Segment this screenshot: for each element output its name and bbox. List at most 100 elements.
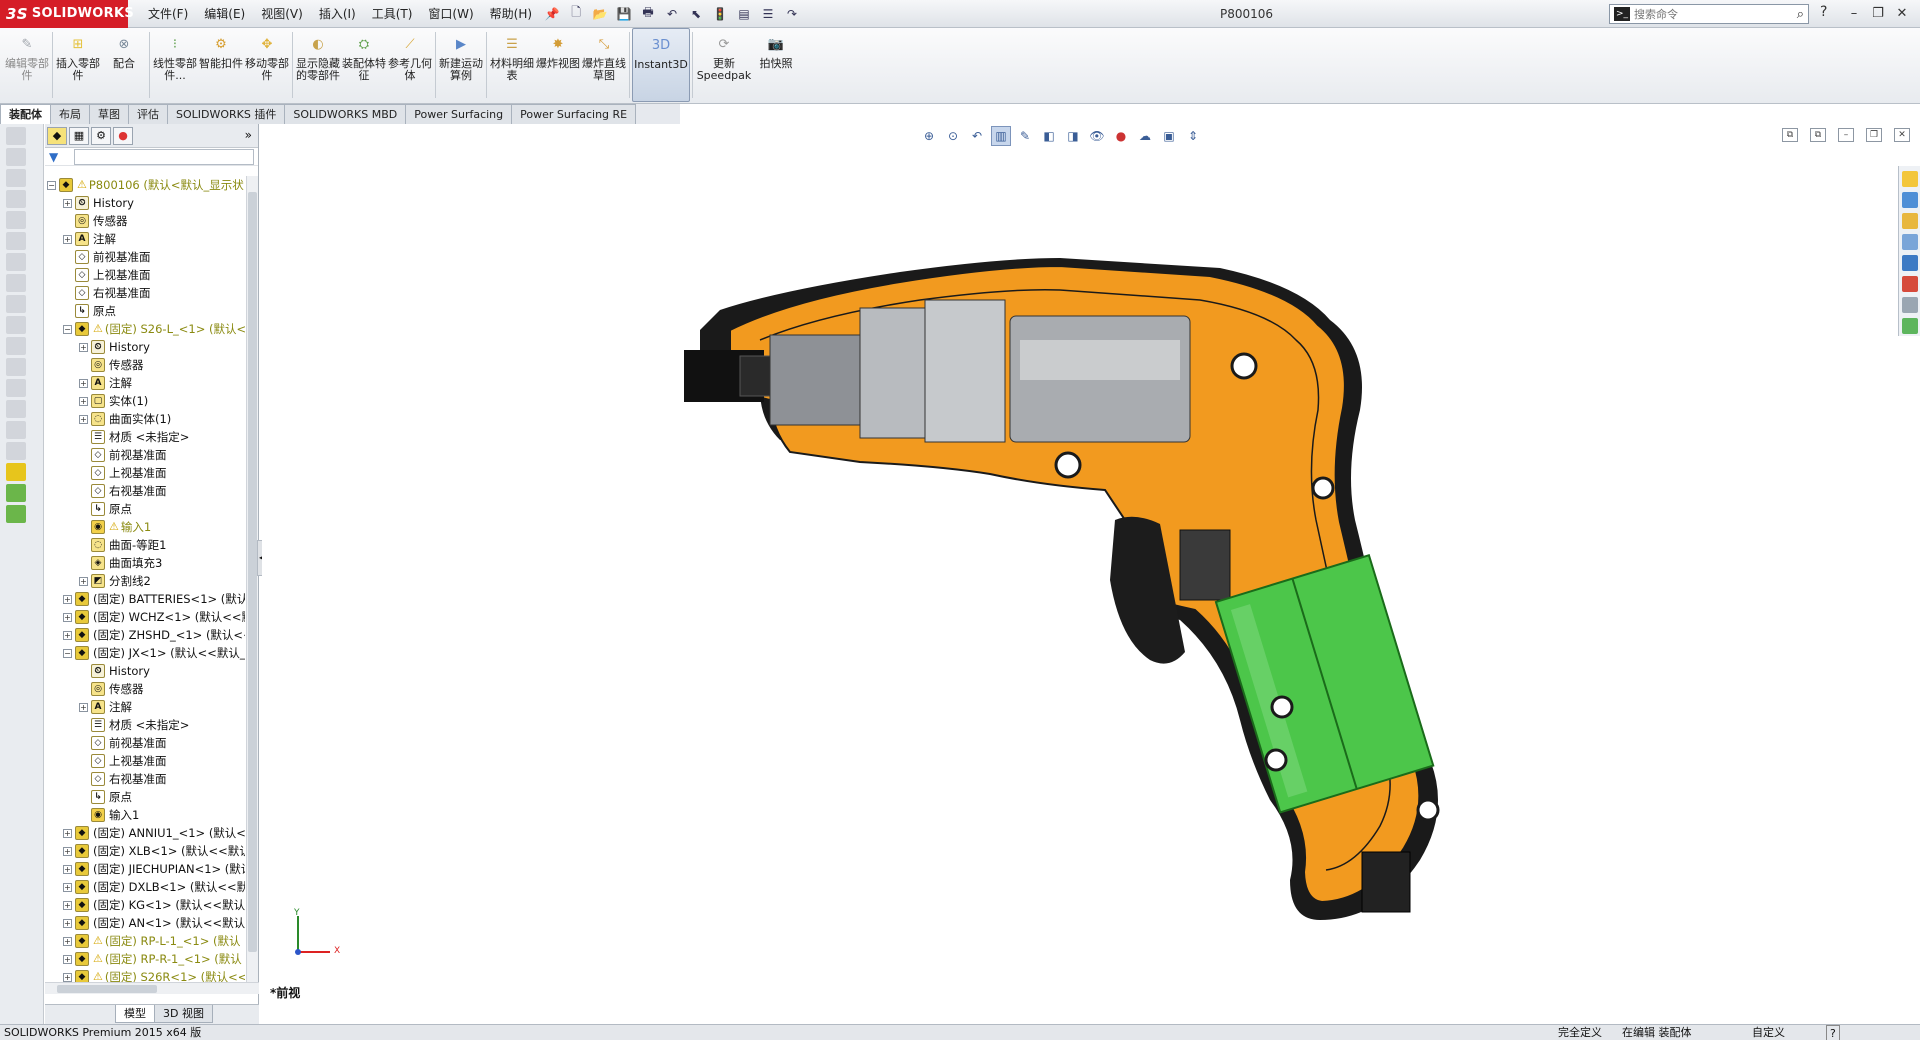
tab-5[interactable]: SOLIDWORKS MBD xyxy=(284,104,407,124)
expand-toggle-icon[interactable]: + xyxy=(79,378,88,388)
expand-toggle-icon[interactable]: − xyxy=(63,648,72,658)
command-6[interactable]: ◐ 显示隐藏的零部件 xyxy=(295,28,341,102)
expand-toggle-icon[interactable]: + xyxy=(63,234,72,244)
expand-toggle-icon[interactable]: + xyxy=(63,864,72,874)
tab-4[interactable]: SOLIDWORKS 插件 xyxy=(167,104,286,124)
expand-toggle-icon[interactable]: + xyxy=(79,342,88,352)
search-input[interactable] xyxy=(1634,7,1797,21)
tree-node[interactable]: + ◆ (固定) XLB<1> (默认<<默认 xyxy=(45,842,245,860)
expand-toggle-icon[interactable]: + xyxy=(63,198,72,208)
scroll-thumb[interactable] xyxy=(57,985,157,993)
command-10[interactable]: ☰ 材料明细表 xyxy=(489,28,535,102)
scroll-thumb[interactable] xyxy=(248,192,257,952)
tree-node[interactable]: + ◆ (固定) DXLB<1> (默认<<默认 xyxy=(45,878,245,896)
tree-node[interactable]: + A 注解 xyxy=(45,698,245,716)
tree-node[interactable]: + A 注解 xyxy=(45,374,245,392)
options-icon[interactable]: ☰ xyxy=(759,5,777,23)
expand-toggle-icon[interactable]: + xyxy=(63,972,72,982)
tree-node[interactable]: ↳ 原点 xyxy=(45,788,245,806)
tree-node[interactable]: ☰ 材质 <未指定> xyxy=(45,428,245,446)
tree-node[interactable]: ◇ 右视基准面 xyxy=(45,770,245,788)
tree-node[interactable]: − ◆ (固定) JX<1> (默认<<默认_ xyxy=(45,644,245,662)
tree-node[interactable]: + ◆ ⚠ (固定) RP-R-1_<1> (默认 xyxy=(45,950,245,968)
tree-node[interactable]: ◌ 曲面-等距1 xyxy=(45,536,245,554)
expand-toggle-icon[interactable]: + xyxy=(63,594,72,604)
command-15[interactable]: 📷 拍快照 xyxy=(753,28,799,102)
expand-toggle-icon[interactable]: + xyxy=(63,612,72,622)
curve-tool-icon[interactable] xyxy=(6,505,26,523)
tab-1[interactable]: 布局 xyxy=(50,104,90,124)
expand-toggle-icon[interactable]: + xyxy=(79,414,88,424)
expand-toggle-icon[interactable]: − xyxy=(63,324,72,334)
model-tab-1[interactable]: 3D 视图 xyxy=(154,1005,213,1023)
menu-item-4[interactable]: 工具(T) xyxy=(364,0,421,28)
status-units[interactable]: 自定义 xyxy=(1752,1025,1785,1040)
command-1[interactable]: ⊞ 插入零部件 xyxy=(55,28,101,102)
rebuild-icon[interactable]: 🚦 xyxy=(711,5,729,23)
smart-dimension-icon[interactable] xyxy=(6,127,26,145)
command-0[interactable]: ✎ 编辑零部件 xyxy=(4,28,50,102)
expand-panel-icon[interactable]: » xyxy=(245,128,252,142)
filter-icon[interactable]: ▼ xyxy=(49,150,58,164)
tree-node[interactable]: ⏲ History xyxy=(45,662,245,680)
tree-node[interactable]: ◉ ⚠ 输入1 xyxy=(45,518,245,536)
tree-horizontal-scrollbar[interactable] xyxy=(45,982,259,994)
tree-node[interactable]: + ◆ (固定) AN<1> (默认<<默认: xyxy=(45,914,245,932)
cube-icon[interactable] xyxy=(6,463,26,481)
tab-7[interactable]: Power Surfacing RE xyxy=(511,104,637,124)
command-8[interactable]: ⟋ 参考几何体 xyxy=(387,28,433,102)
restore-button[interactable]: ❐ xyxy=(1866,4,1890,24)
tree-node[interactable]: + A 注解 xyxy=(45,230,245,248)
expand-toggle-icon[interactable]: + xyxy=(79,576,88,586)
save-icon[interactable]: 💾 xyxy=(615,5,633,23)
tree-node[interactable]: + ◆ (固定) KG<1> (默认<<默认_ xyxy=(45,896,245,914)
redo-icon[interactable]: ↷ xyxy=(783,5,801,23)
undo-icon[interactable]: ↶ xyxy=(663,5,681,23)
tree-node[interactable]: + ◆ (固定) ANNIU1_<1> (默认< xyxy=(45,824,245,842)
tree-node[interactable]: + ◩ 分割线2 xyxy=(45,572,245,590)
feature-tree-tab-icon[interactable]: ◆ xyxy=(47,126,67,145)
tree-node[interactable]: + ⏲ History xyxy=(45,338,245,356)
expand-toggle-icon[interactable]: + xyxy=(63,630,72,640)
tree-node[interactable]: − ◆ ⚠ (固定) S26-L_<1> (默认< xyxy=(45,320,245,338)
display-manager-tab-icon[interactable]: ● xyxy=(113,126,133,145)
expand-toggle-icon[interactable]: + xyxy=(63,882,72,892)
command-2[interactable]: ⊗ 配合 xyxy=(101,28,147,102)
graphics-viewport[interactable]: ⊕ ⊙ ↶ ▥ ✎ ◧ ◨ 👁 ● ☁ ▣ ⇕ ⧉ ⧉ – ❐ ✕ Y X *前… xyxy=(262,124,1920,1004)
configuration-manager-tab-icon[interactable]: ⚙ xyxy=(91,126,111,145)
tree-node[interactable]: + ◆ (固定) JIECHUPIAN<1> (默认 xyxy=(45,860,245,878)
tree-node[interactable]: ↳ 原点 xyxy=(45,500,245,518)
extrude-icon[interactable] xyxy=(6,211,26,229)
chamfer-icon[interactable] xyxy=(6,316,26,334)
open-folder-icon[interactable]: 📂 xyxy=(591,5,609,23)
tab-6[interactable]: Power Surfacing xyxy=(405,104,513,124)
sketch-arc-icon[interactable] xyxy=(6,169,26,187)
expand-toggle-icon[interactable]: + xyxy=(63,936,72,946)
tree-filter-input[interactable] xyxy=(74,148,255,165)
help-icon[interactable]: ? xyxy=(1820,4,1827,20)
command-9[interactable]: ▶ 新建运动算例 xyxy=(438,28,484,102)
tree-node[interactable]: + ◆ (固定) ZHSHD_<1> (默认<< xyxy=(45,626,245,644)
tree-node[interactable]: ◇ 上视基准面 xyxy=(45,266,245,284)
search-commands-box[interactable]: >_ ⌕ xyxy=(1609,4,1809,24)
menu-item-1[interactable]: 编辑(E) xyxy=(196,0,253,28)
expand-toggle-icon[interactable]: + xyxy=(63,900,72,910)
expand-toggle-icon[interactable]: + xyxy=(63,846,72,856)
pin-icon[interactable]: 📌 xyxy=(543,5,561,23)
pattern-icon[interactable] xyxy=(6,442,26,460)
tree-vertical-scrollbar[interactable] xyxy=(246,176,258,982)
tab-0[interactable]: 装配体 xyxy=(0,104,51,124)
expand-toggle-icon[interactable]: + xyxy=(63,828,72,838)
command-7[interactable]: ⛭ 装配体特征 xyxy=(341,28,387,102)
draft-icon[interactable] xyxy=(6,379,26,397)
command-5[interactable]: ✥ 移动零部件 xyxy=(244,28,290,102)
command-4[interactable]: ⚙ 智能扣件 xyxy=(198,28,244,102)
tree-node[interactable]: + ◌ 曲面实体(1) xyxy=(45,410,245,428)
tree-node[interactable]: ◎ 传感器 xyxy=(45,212,245,230)
tree-node[interactable]: ◇ 前视基准面 xyxy=(45,446,245,464)
mirror-icon[interactable] xyxy=(6,421,26,439)
tree-node[interactable]: ◈ 曲面填充3 xyxy=(45,554,245,572)
tree-node[interactable]: ◇ 上视基准面 xyxy=(45,752,245,770)
tree-node[interactable]: ◇ 右视基准面 xyxy=(45,482,245,500)
status-help-icon[interactable]: ? xyxy=(1826,1025,1840,1040)
